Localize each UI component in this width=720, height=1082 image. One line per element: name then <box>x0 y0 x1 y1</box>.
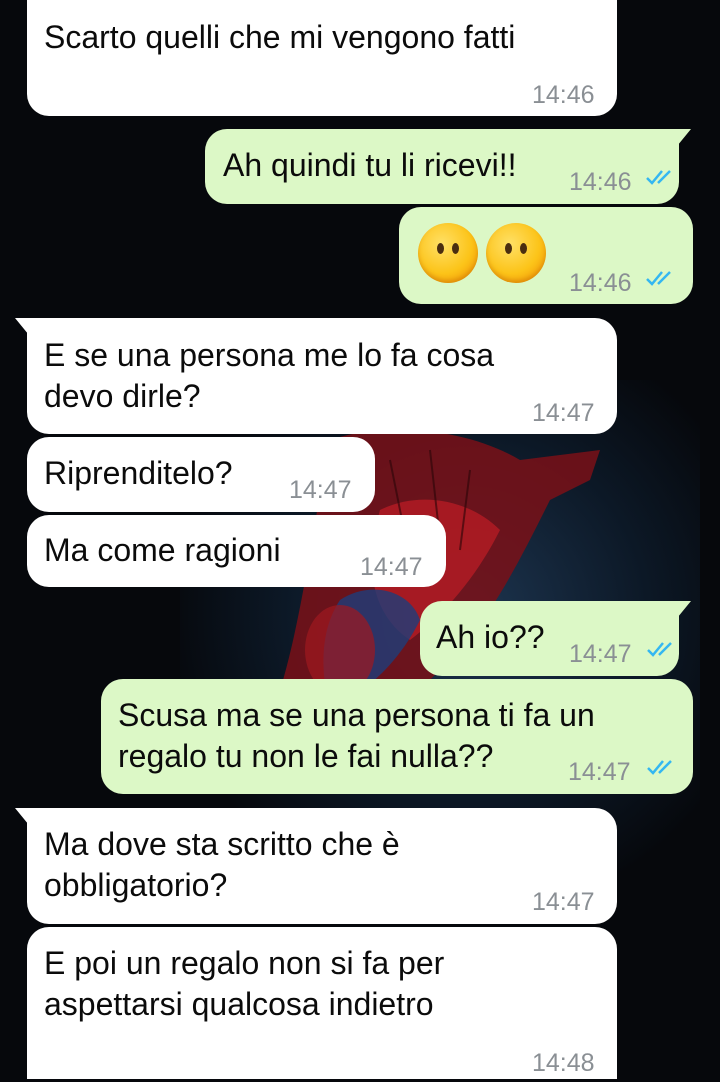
message-outgoing[interactable]: Scusa ma se una persona ti fa un regalo … <box>101 679 693 794</box>
message-text: Ah io?? <box>436 619 545 655</box>
message-time: 14:47 <box>532 888 595 916</box>
message-time: 14:47 <box>289 476 352 504</box>
read-receipt-icon <box>646 271 671 286</box>
face-without-mouth-icon <box>418 223 478 283</box>
message-text: Scarto quelli che mi vengono fatti <box>44 19 516 55</box>
message-text-line-1: Ma dove sta scritto che è <box>44 826 400 862</box>
message-time: 14:48 <box>532 1049 595 1077</box>
message-text-line-1: E poi un regalo non si fa per <box>44 945 445 981</box>
message-text-line-2: regalo tu non le fai nulla?? <box>118 738 494 774</box>
message-time: 14:47 <box>532 399 595 427</box>
message-text-line-2: devo dirle? <box>44 378 201 414</box>
face-without-mouth-icon <box>486 223 546 283</box>
message-text-line-2: obbligatorio? <box>44 867 228 903</box>
message-incoming[interactable]: Riprenditelo? 14:47 <box>27 437 375 512</box>
message-text: Riprenditelo? <box>44 455 233 491</box>
message-time: 14:47 <box>568 758 631 786</box>
message-time: 14:46 <box>569 168 632 196</box>
message-text-line-1: Scusa ma se una persona ti fa un <box>118 697 595 733</box>
message-text-line-2: aspettarsi qualcosa indietro <box>44 986 434 1022</box>
read-receipt-icon <box>647 760 672 775</box>
message-time: 14:47 <box>360 553 423 581</box>
message-incoming[interactable]: Ma dove sta scritto che è obbligatorio? … <box>15 808 617 924</box>
message-incoming[interactable]: E poi un regalo non si fa per aspettarsi… <box>27 927 617 1079</box>
message-time: 14:46 <box>532 81 595 109</box>
message-text: Ah quindi tu li ricevi!! <box>223 147 517 183</box>
read-receipt-icon <box>647 642 672 657</box>
read-receipt-icon <box>646 170 671 185</box>
message-outgoing[interactable]: 14:46 <box>399 207 693 304</box>
message-text: Ma come ragioni <box>44 532 281 568</box>
message-text-line-1: E se una persona me lo fa cosa <box>44 337 495 373</box>
message-incoming[interactable]: E se una persona me lo fa cosa devo dirl… <box>15 318 617 434</box>
message-incoming[interactable]: Scarto quelli che mi vengono fatti 14:46 <box>27 0 617 116</box>
message-outgoing[interactable]: Ah io?? 14:47 <box>420 601 691 676</box>
message-incoming[interactable]: Ma come ragioni 14:47 <box>27 515 446 587</box>
message-outgoing[interactable]: Ah quindi tu li ricevi!! 14:46 <box>205 129 691 204</box>
message-time: 14:47 <box>569 640 632 668</box>
message-time: 14:46 <box>569 269 632 297</box>
